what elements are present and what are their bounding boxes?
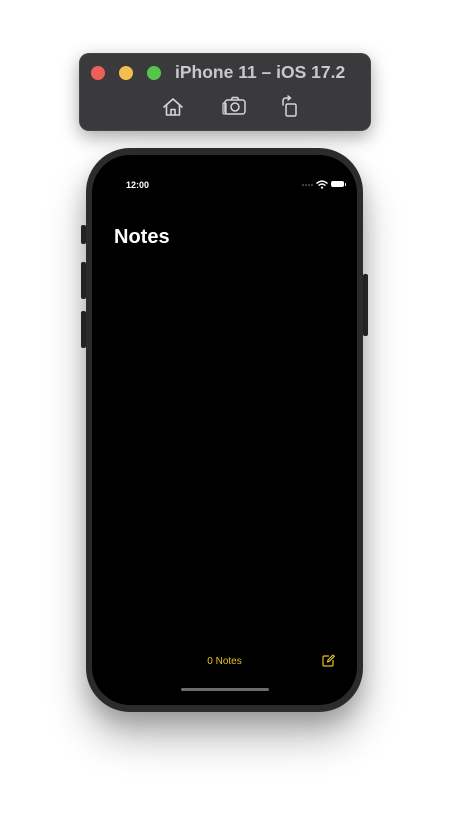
power-button[interactable] [363,274,368,336]
iphone-device-frame: 12:00 Notes 0 Notes [86,148,363,712]
page-title: Notes [114,226,170,248]
home-indicator[interactable] [181,688,269,691]
home-button[interactable] [160,94,186,120]
home-icon [163,98,183,116]
close-window-button[interactable] [91,66,105,80]
status-icons [302,180,346,190]
screenshot-button[interactable] [222,94,248,120]
screenshot-icon [222,96,246,115]
window-title: iPhone 11 – iOS 17.2 [175,62,346,82]
new-note-button[interactable] [322,654,335,667]
simulator-toolbar: iPhone 11 – iOS 17.2 [79,53,371,131]
rotate-icon [282,95,297,117]
cellular-signal-icon [302,184,313,186]
notes-count-label: 0 Notes [207,656,242,667]
rotate-button[interactable] [278,94,304,120]
compose-icon [322,654,335,667]
minimize-window-button[interactable] [119,66,133,80]
zoom-window-button[interactable] [147,66,161,80]
battery-icon [331,181,346,187]
device-screen: 12:00 Notes 0 Notes [92,155,357,705]
wifi-icon [316,180,328,189]
status-time: 12:00 [126,180,150,190]
